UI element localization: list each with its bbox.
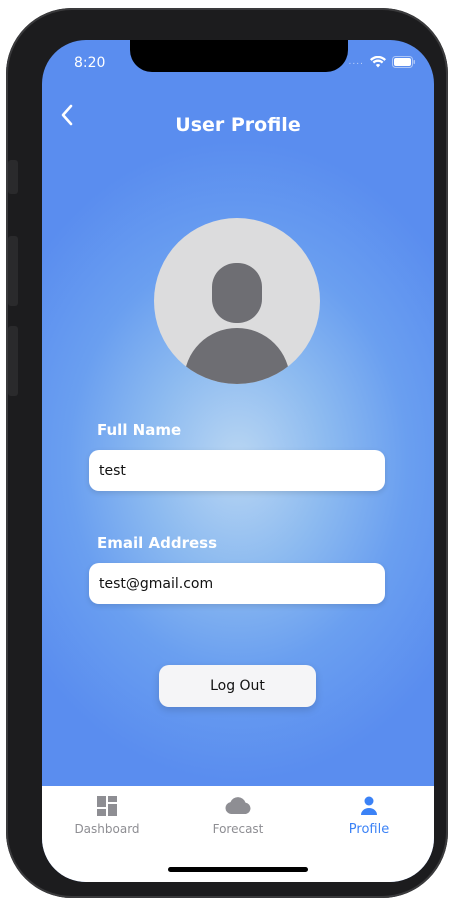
notch — [130, 40, 348, 72]
full-name-label: Full Name — [97, 421, 182, 439]
tab-bar: Dashboard Forecast Profile — [42, 786, 434, 882]
avatar-head — [212, 263, 262, 323]
tab-forecast[interactable]: Forecast — [173, 794, 303, 840]
email-label: Email Address — [97, 534, 218, 552]
logout-button[interactable]: Log Out — [159, 665, 316, 707]
volume-down-button — [8, 326, 18, 396]
full-name-input[interactable] — [89, 450, 385, 491]
home-indicator[interactable] — [168, 867, 308, 872]
status-time: 8:20 — [74, 55, 106, 71]
mute-switch — [8, 160, 18, 194]
signal-dots: .... — [348, 57, 364, 67]
page-title: User Profile — [175, 114, 301, 136]
app-screen: 8:20 .... User Profile Full Name test Em… — [42, 40, 434, 882]
avatar[interactable] — [154, 218, 320, 384]
status-icons: .... — [349, 56, 416, 68]
cloud-icon — [224, 794, 252, 818]
battery-icon — [392, 56, 416, 68]
tab-forecast-label: Forecast — [212, 822, 264, 836]
tab-dashboard[interactable]: Dashboard — [42, 794, 172, 840]
email-input[interactable] — [89, 563, 385, 604]
avatar-body — [184, 328, 290, 384]
tab-dashboard-label: Dashboard — [74, 822, 140, 836]
person-icon — [360, 794, 378, 818]
volume-up-button — [8, 236, 18, 306]
dashboard-icon — [97, 794, 117, 818]
wifi-icon — [370, 56, 386, 68]
tab-profile-label: Profile — [348, 822, 390, 837]
tab-profile[interactable]: Profile — [304, 794, 434, 840]
